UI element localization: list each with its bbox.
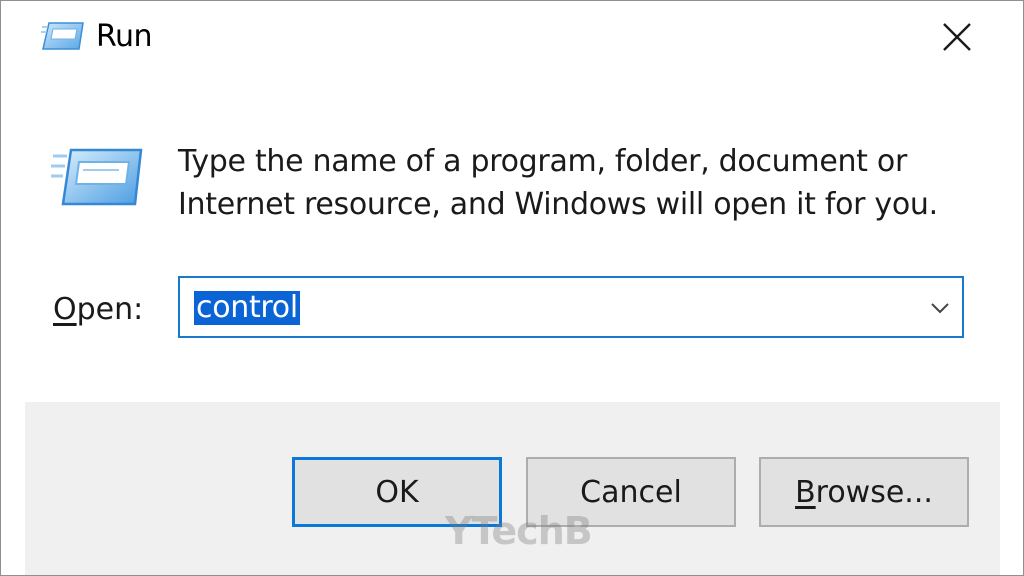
browse-button[interactable]: Browse... (759, 457, 969, 527)
dialog-content: Type the name of a program, folder, docu… (25, 78, 1000, 402)
open-combobox[interactable]: control (178, 276, 964, 338)
chevron-down-icon[interactable] (928, 296, 952, 320)
window-title: Run (96, 19, 153, 54)
run-icon (41, 22, 84, 50)
run-dialog: Run Type the name of a program, folder, (0, 0, 1024, 576)
browse-label-rest: rowse... (815, 474, 933, 510)
cancel-button[interactable]: Cancel (526, 457, 736, 527)
open-label: Open: (53, 290, 143, 330)
open-label-mnemonic: O (53, 292, 77, 327)
open-input-value[interactable]: control (194, 291, 300, 325)
title-bar[interactable]: Run (1, 1, 1023, 77)
close-button[interactable] (891, 1, 1023, 73)
button-bar: OK Cancel Browse... (25, 402, 1000, 575)
browse-mnemonic: B (795, 474, 816, 510)
ok-button[interactable]: OK (292, 457, 502, 527)
open-label-rest: pen: (76, 292, 144, 327)
close-icon (943, 23, 971, 51)
run-icon (51, 148, 143, 206)
instructions-text: Type the name of a program, folder, docu… (178, 144, 938, 222)
